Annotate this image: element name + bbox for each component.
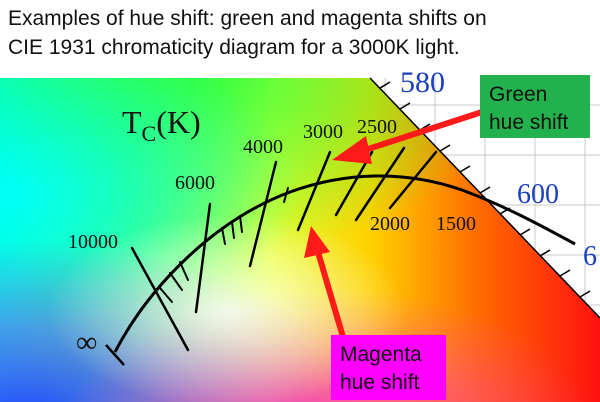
tc-label-main: T [122, 104, 142, 140]
cct-label-3000: 3000 [303, 121, 343, 143]
green-hue-shift-callout: Green hue shift [480, 75, 590, 138]
cct-label-10000: 10000 [68, 231, 118, 253]
wavelength-label-600: 600 [517, 179, 559, 210]
cct-label-1500: 1500 [436, 213, 476, 235]
magenta-hue-shift-callout: Magenta hue shift [331, 335, 446, 400]
cct-label-4000: 4000 [243, 136, 283, 158]
infinity-label: ∞ [76, 326, 97, 359]
tc-axis-label: TC(K) [122, 104, 201, 146]
cct-label-6000: 6000 [175, 172, 215, 194]
cct-label-2000: 2000 [370, 213, 410, 235]
magenta-label-line-2: hue shift [340, 371, 420, 394]
cct-label-2500: 2500 [357, 116, 397, 138]
chromaticity-diagram: 580 600 6 TC(K) 10000 6000 4000 3000 250… [0, 66, 600, 402]
tc-label-unit: (K) [156, 104, 200, 140]
wavelength-label-580: 580 [400, 66, 445, 99]
magenta-label-line-1: Magenta [340, 343, 422, 366]
tc-label-sub: C [142, 121, 157, 146]
wavelength-label-partial: 6 [583, 241, 597, 272]
green-label-line-2: hue shift [489, 111, 569, 134]
green-label-line-1: Green [489, 83, 547, 106]
